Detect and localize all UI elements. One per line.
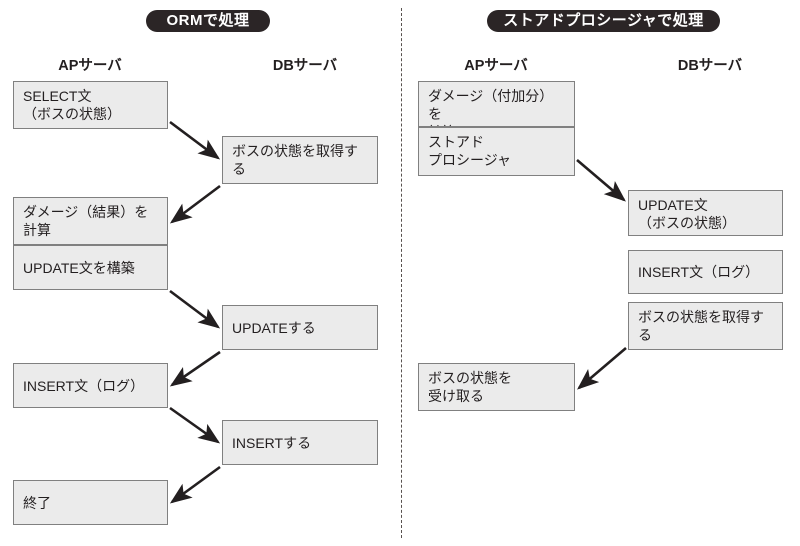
flow-arrow-sp-arrow-2 <box>577 347 627 390</box>
process-node-orm-ap-2: ダメージ（結果）を 計算 <box>13 197 168 245</box>
process-node-sp-db-1: UPDATE文 （ボスの状態） <box>628 190 783 236</box>
process-node-orm-db-3: INSERTする <box>222 420 378 465</box>
process-node-orm-ap-1: SELECT文 （ボスの状態） <box>13 81 168 129</box>
panel-title-badge-stored-procedure: ストアドプロシージャで処理 <box>487 10 720 32</box>
process-node-orm-ap-3: UPDATE文を構築 <box>13 245 168 290</box>
process-node-sp-db-3: ボスの状態を取得す る <box>628 302 783 350</box>
panel-title-badge-orm: ORMで処理 <box>146 10 270 32</box>
column-label-db-server-stored-procedure: DBサーバ <box>677 58 743 74</box>
process-node-sp-ap-3: ボスの状態を 受け取る <box>418 363 575 411</box>
process-node-sp-db-2: INSERT文（ログ） <box>628 250 783 294</box>
process-node-orm-db-1: ボスの状態を取得す る <box>222 136 378 184</box>
process-node-orm-ap-5: 終了 <box>13 480 168 525</box>
process-node-sp-ap-1: ダメージ（付加分）を 計算 <box>418 81 575 127</box>
process-node-sp-ap-2: ストアド プロシージャ <box>418 127 575 176</box>
flow-arrow-orm-arrow-1 <box>169 120 221 160</box>
flow-arrow-orm-arrow-6 <box>169 465 221 504</box>
diagram-canvas: ORMで処理 ストアドプロシージャで処理 APサーバ DBサーバ APサーバ D… <box>0 0 800 546</box>
column-label-ap-server-orm: APサーバ <box>58 58 122 74</box>
flow-arrow-orm-arrow-4 <box>169 350 221 387</box>
flow-arrow-orm-arrow-2 <box>169 184 221 224</box>
process-node-orm-db-2: UPDATEする <box>222 305 378 350</box>
column-label-db-server-orm: DBサーバ <box>272 58 338 74</box>
column-label-ap-server-stored-procedure: APサーバ <box>464 58 528 74</box>
panel-divider <box>401 8 402 538</box>
process-node-orm-ap-4: INSERT文（ログ） <box>13 363 168 408</box>
flow-arrow-orm-arrow-3 <box>169 289 221 329</box>
flow-arrow-orm-arrow-5 <box>169 406 221 444</box>
flow-arrow-sp-arrow-1 <box>576 159 626 202</box>
